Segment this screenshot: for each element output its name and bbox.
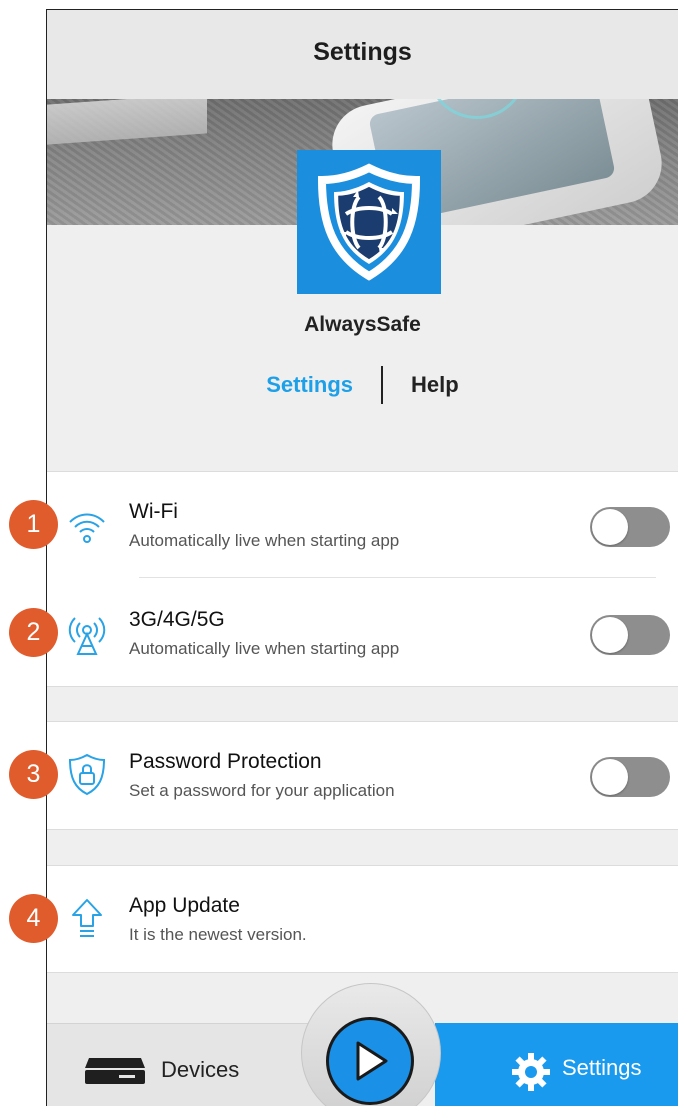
title-bar: Settings bbox=[47, 10, 678, 100]
settings-tab-label: Settings bbox=[562, 1055, 642, 1080]
toggle-knob bbox=[592, 617, 628, 653]
app-name: AlwaysSafe bbox=[304, 313, 421, 336]
wifi-toggle[interactable] bbox=[590, 507, 670, 547]
callout-badge-1: 1 bbox=[9, 500, 58, 549]
live-play-button[interactable] bbox=[326, 1017, 414, 1105]
password-protection-label: Password Protection bbox=[129, 750, 322, 773]
shield-lock-icon bbox=[68, 753, 106, 796]
password-protection-row[interactable]: Password Protection Set a password for y… bbox=[47, 722, 678, 828]
wifi-icon bbox=[69, 513, 105, 543]
tab-settings-active[interactable]: Settings bbox=[435, 1023, 678, 1106]
app-screen: Settings AlwaysSafe Settings Help Wi-Fi … bbox=[46, 9, 678, 1106]
network-settings-card: Wi-Fi Automatically live when starting a… bbox=[47, 471, 678, 687]
nvr-device-icon bbox=[85, 1058, 145, 1084]
wifi-description: Automatically live when starting app bbox=[129, 531, 400, 550]
callout-badge-3: 3 bbox=[9, 750, 58, 799]
password-protection-toggle[interactable] bbox=[590, 757, 670, 797]
cellular-antenna-icon bbox=[68, 617, 106, 655]
gear-icon bbox=[512, 1053, 550, 1091]
shield-logo-icon bbox=[317, 163, 421, 281]
cellular-description: Automatically live when starting app bbox=[129, 639, 400, 658]
tab-settings[interactable]: Settings bbox=[266, 372, 353, 398]
cellular-toggle[interactable] bbox=[590, 615, 670, 655]
devices-tab-label: Devices bbox=[161, 1057, 240, 1082]
upload-arrow-icon bbox=[72, 899, 102, 937]
tab-divider bbox=[381, 366, 384, 404]
cellular-label: 3G/4G/5G bbox=[129, 608, 225, 631]
wifi-label: Wi-Fi bbox=[129, 500, 178, 523]
page-title: Settings bbox=[313, 37, 412, 66]
password-protection-description: Set a password for your application bbox=[129, 781, 395, 800]
cellular-row[interactable]: 3G/4G/5G Automatically live when startin… bbox=[47, 580, 678, 686]
toggle-knob bbox=[592, 509, 628, 545]
callout-badge-4: 4 bbox=[9, 894, 58, 943]
callout-badge-2: 2 bbox=[9, 608, 58, 657]
app-update-row[interactable]: App Update It is the newest version. bbox=[47, 866, 678, 972]
wifi-row[interactable]: Wi-Fi Automatically live when starting a… bbox=[47, 472, 678, 578]
app-update-status: It is the newest version. bbox=[129, 925, 307, 944]
settings-help-switch: Settings Help bbox=[47, 366, 678, 404]
play-icon bbox=[356, 1041, 388, 1081]
app-logo bbox=[297, 150, 441, 294]
toggle-knob bbox=[592, 759, 628, 795]
tab-help[interactable]: Help bbox=[411, 372, 459, 398]
update-card: App Update It is the newest version. bbox=[47, 865, 678, 973]
row-divider bbox=[139, 577, 656, 578]
security-settings-card: Password Protection Set a password for y… bbox=[47, 721, 678, 830]
app-update-label: App Update bbox=[129, 894, 240, 917]
